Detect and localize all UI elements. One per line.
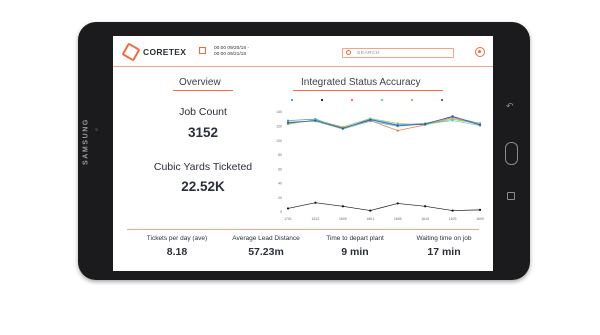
data-point [424, 123, 427, 126]
data-point [314, 119, 317, 122]
recent-apps-icon[interactable] [507, 192, 515, 200]
stat-depart-plant: Time to depart plant 9 min [310, 235, 400, 258]
data-point [451, 118, 454, 121]
data-point [341, 127, 344, 130]
device-brand: SAMSUNG [82, 118, 90, 165]
app-screen: CORETEX 00:00 09/20/18 - 00:00 09/21/18 … [113, 36, 493, 271]
cubic-yards-label: Cubic Yards Ticketed [153, 161, 253, 173]
stat-value: 8.18 [166, 246, 188, 258]
x-tick-label: 1609 [339, 217, 347, 221]
back-key-icon[interactable]: ↶ [506, 101, 514, 112]
coretex-logo-icon [121, 42, 141, 62]
y-tick-label: 80 [278, 153, 282, 157]
x-tick-label: 1613 [312, 217, 320, 221]
data-point [314, 201, 317, 204]
data-point [369, 118, 372, 121]
date-end: 00:00 09/21/18 [214, 52, 247, 57]
stat-label: Waiting time on job [416, 235, 472, 242]
data-point [396, 129, 399, 132]
stat-label: Average Lead Distance [232, 235, 300, 242]
y-tick-label: 100 [276, 139, 282, 143]
legend-marker [380, 98, 384, 102]
accuracy-underline [293, 90, 443, 91]
user-icon[interactable] [475, 47, 485, 57]
data-point [286, 121, 290, 124]
stat-value: 57.23m [248, 246, 284, 258]
camera-icon [95, 128, 98, 131]
overview-underline [173, 90, 233, 91]
data-point [341, 205, 344, 208]
search-placeholder: SEARCH [357, 51, 380, 56]
x-tick-label: 1623 [449, 217, 457, 221]
calendar-icon[interactable] [199, 47, 206, 54]
job-count-value: 3152 [187, 125, 219, 140]
legend-marker [320, 98, 324, 102]
legend-marker [290, 98, 294, 102]
x-tick-label: 1610 [421, 217, 429, 221]
accuracy-title: Integrated Status Accuracy [301, 77, 421, 88]
x-tick-label: 1605 [394, 217, 402, 221]
logo-text: CORETEX [143, 47, 187, 57]
y-tick-label: 40 [278, 182, 282, 186]
cubic-yards-value: 22.52K [181, 179, 225, 194]
legend-marker [410, 98, 414, 102]
data-point [451, 209, 454, 212]
data-point [286, 207, 290, 210]
y-tick-label: 60 [278, 167, 282, 171]
data-point [396, 124, 399, 127]
data-point [396, 122, 399, 125]
job-count-label: Job Count [179, 106, 227, 118]
data-point [369, 209, 372, 212]
x-tick-label: 1609 [476, 217, 484, 221]
series-line-1 [287, 202, 481, 211]
data-point [396, 202, 399, 205]
stats-divider [127, 229, 479, 230]
data-point [478, 123, 482, 126]
stat-lead-distance: Average Lead Distance 57.23m [221, 235, 311, 258]
overview-title: Overview [179, 77, 221, 88]
data-point [451, 115, 454, 118]
header-divider [113, 66, 493, 67]
x-tick-label: 1601 [366, 217, 374, 221]
stat-value: 9 min [341, 246, 369, 258]
stat-value: 17 min [427, 246, 461, 258]
y-tick-label: 20 [278, 196, 282, 200]
search-input[interactable]: SEARCH [342, 48, 454, 58]
stat-label: Tickets per day (ave) [146, 235, 208, 242]
search-icon [346, 50, 351, 55]
top-bar: CORETEX 00:00 09/20/18 - 00:00 09/21/18 … [113, 36, 493, 66]
home-button[interactable] [505, 142, 518, 165]
y-tick-label: 140 [276, 110, 282, 114]
x-tick-label: 1701 [284, 217, 292, 221]
legend-marker [440, 98, 444, 102]
stat-waiting-time: Waiting time on job 17 min [399, 235, 489, 258]
stat-tickets-per-day: Tickets per day (ave) 8.18 [132, 235, 222, 258]
date-range[interactable]: 00:00 09/20/18 - 00:00 09/21/18 [214, 46, 249, 58]
y-tick-label: 120 [276, 124, 282, 128]
accuracy-line-chart: 0 20 40 60 80 100 120 140 1701 1613 1609 1601 1605 16… [276, 98, 484, 221]
legend-marker [350, 98, 354, 102]
stat-label: Time to depart plant [326, 235, 384, 242]
data-point [424, 205, 427, 208]
data-point [478, 208, 482, 211]
stage: SAMSUNG ↶ CORETEX 00:00 09/20/18 - 00:00… [0, 0, 600, 335]
y-tick-label: 0 [280, 210, 282, 214]
